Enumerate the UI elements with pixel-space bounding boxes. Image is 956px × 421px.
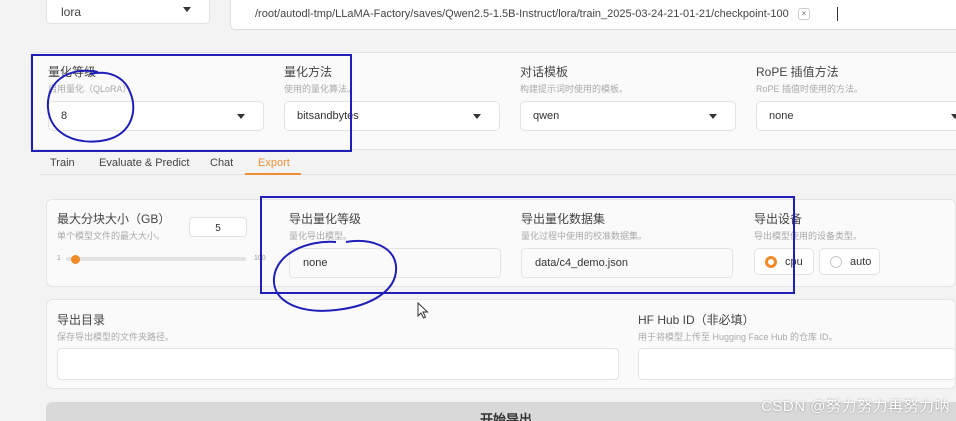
- rope-select[interactable]: none: [756, 101, 956, 131]
- radio-unselected-icon[interactable]: [830, 255, 842, 268]
- hub-id-label: HF Hub ID（非必填）: [638, 313, 755, 327]
- annotation-circle-quant: [46, 69, 135, 143]
- hub-id-desc: 用于将模型上传至 Hugging Face Hub 的仓库 ID。: [638, 332, 838, 342]
- device-option-auto[interactable]: auto: [819, 248, 880, 275]
- chevron-down-icon: [473, 114, 481, 119]
- mouse-pointer-icon: [417, 302, 429, 319]
- rope-value: none: [769, 110, 794, 122]
- watermark: CSDN @努力努力再努力呐: [761, 398, 950, 415]
- template-desc: 构建提示词时使用的模板。: [520, 84, 629, 94]
- export-dir-input[interactable]: [57, 348, 619, 380]
- hub-id-input[interactable]: [638, 348, 956, 380]
- shard-size-input[interactable]: 5: [189, 217, 247, 237]
- tab-evaluate-predict[interactable]: Evaluate & Predict: [99, 157, 190, 169]
- tab-export[interactable]: Export: [258, 157, 290, 169]
- shard-size-desc: 单个模型文件的最大大小。: [57, 231, 166, 241]
- checkpoint-path-input[interactable]: /root/autodl-tmp/LLaMA-Factory/saves/Qwe…: [230, 0, 956, 30]
- rope-label: RoPE 插值方法: [756, 65, 839, 79]
- template-select[interactable]: qwen: [520, 101, 736, 131]
- template-label: 对话模板: [520, 65, 569, 79]
- chevron-down-icon: [951, 114, 956, 119]
- export-dir-label: 导出目录: [57, 313, 106, 327]
- tab-train[interactable]: Train: [50, 157, 75, 169]
- finetuning-type-select[interactable]: lora: [46, 0, 210, 24]
- rope-desc: RoPE 插值时使用的方法。: [756, 84, 864, 94]
- slider-min-label: 1: [57, 255, 61, 262]
- close-icon[interactable]: ×: [797, 8, 810, 20]
- tabs-divider: [40, 174, 956, 175]
- checkpoint-tag: /root/autodl-tmp/LLaMA-Factory/saves/Qwe…: [255, 7, 789, 20]
- annotation-circle-export: [272, 240, 398, 312]
- active-tab-indicator: [245, 173, 301, 175]
- chevron-down-icon: [183, 7, 191, 12]
- finetuning-type-value: lora: [61, 5, 82, 19]
- export-dir-desc: 保存导出模型的文件夹路径。: [57, 332, 175, 342]
- chevron-down-icon: [709, 114, 717, 119]
- shard-size-slider[interactable]: [66, 257, 246, 261]
- shard-size-label: 最大分块大小（GB）: [57, 212, 171, 226]
- device-option-auto-label: auto: [850, 255, 872, 268]
- template-value: qwen: [533, 110, 560, 122]
- text-cursor: [836, 7, 838, 21]
- tab-chat[interactable]: Chat: [210, 157, 233, 169]
